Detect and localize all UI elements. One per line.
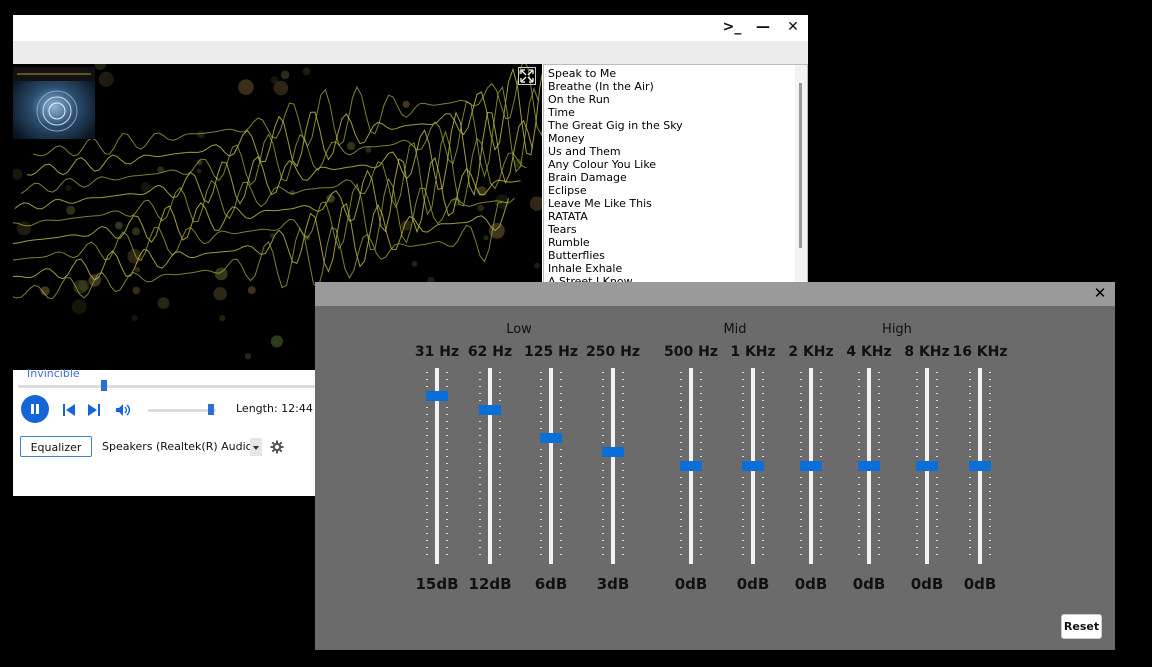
playlist-item[interactable]: Money	[548, 132, 807, 145]
band-gain-label: 0dB	[963, 575, 997, 593]
band-slider[interactable]	[723, 368, 783, 564]
output-device-select[interactable]: Speakers (Realtek(R) Audio)	[102, 440, 257, 453]
menu-bar	[13, 41, 808, 65]
playlist-scrollbar[interactable]	[795, 65, 807, 285]
reset-button[interactable]: Reset	[1061, 614, 1102, 639]
band-slider[interactable]	[897, 368, 957, 564]
volume-thumb[interactable]	[208, 404, 214, 415]
band-slider-thumb[interactable]	[969, 461, 991, 471]
group-label-low: Low	[506, 322, 532, 337]
seek-bar[interactable]	[18, 380, 315, 391]
band-slider-thumb[interactable]	[426, 391, 448, 401]
fullscreen-icon[interactable]	[518, 67, 536, 85]
band-frequency-label: 1 KHz	[730, 344, 776, 360]
band-slider-thumb[interactable]	[540, 433, 562, 443]
playlist-item[interactable]: Rumble	[548, 236, 807, 249]
player-titlebar: >_ — ✕	[13, 15, 808, 41]
length-label: Length: 12:44	[236, 402, 313, 415]
band-frequency-label: 125 Hz	[524, 344, 578, 360]
device-dropdown[interactable]	[250, 438, 262, 456]
band-gain-label: 0dB	[736, 575, 770, 593]
volume-slider[interactable]	[148, 404, 216, 415]
band-gain-label: 15dB	[415, 575, 459, 593]
band-frequency-label: 2 KHz	[788, 344, 834, 360]
previous-icon[interactable]	[62, 402, 76, 421]
band-frequency-label: 500 Hz	[664, 344, 718, 360]
equalizer-close-button[interactable]: ✕	[1092, 284, 1108, 302]
equalizer-titlebar: ✕	[315, 282, 1115, 306]
band-slider-thumb[interactable]	[858, 461, 880, 471]
band-slider-thumb[interactable]	[602, 447, 624, 457]
now-playing-title: Invincible	[27, 367, 80, 380]
playlist-item[interactable]: Us and Them	[548, 145, 807, 158]
playlist-item[interactable]: Brain Damage	[548, 171, 807, 184]
band-frequency-label: 8 KHz	[904, 344, 950, 360]
band-gain-label: 0dB	[794, 575, 828, 593]
pause-button[interactable]	[21, 395, 49, 423]
playlist-item[interactable]: Any Colour You Like	[548, 158, 807, 171]
playlist-item[interactable]: Butterflies	[548, 249, 807, 262]
band-slider[interactable]	[661, 368, 721, 564]
playlist-item[interactable]: Speak to Me	[548, 67, 807, 80]
seek-thumb[interactable]	[101, 380, 107, 391]
volume-icon[interactable]	[115, 402, 133, 421]
band-slider[interactable]	[521, 368, 581, 564]
band-gain-label: 0dB	[852, 575, 886, 593]
album-art	[13, 67, 95, 139]
playlist-item[interactable]: Eclipse	[548, 184, 807, 197]
band-frequency-label: 62 Hz	[467, 344, 513, 360]
band-slider-thumb[interactable]	[742, 461, 764, 471]
playlist-item[interactable]: Time	[548, 106, 807, 119]
playlist-item[interactable]: Breathe (In the Air)	[548, 80, 807, 93]
group-label-mid: Mid	[723, 322, 747, 337]
band-slider[interactable]	[583, 368, 643, 564]
playlist-item[interactable]: Inhale Exhale	[548, 262, 807, 275]
playlist-item[interactable]: RATATA	[548, 210, 807, 223]
playlist[interactable]: Speak to Me Breathe (In the Air) On the Ru…	[543, 64, 808, 286]
band-slider-thumb[interactable]	[800, 461, 822, 471]
playlist-item[interactable]: Leave Me Like This	[548, 197, 807, 210]
band-slider[interactable]	[407, 368, 467, 564]
band-frequency-label: 250 Hz	[586, 344, 640, 360]
band-slider[interactable]	[460, 368, 520, 564]
close-button[interactable]: ✕	[779, 15, 807, 41]
band-gain-label: 0dB	[674, 575, 708, 593]
band-gain-label: 6dB	[534, 575, 568, 593]
band-gain-label: 3dB	[596, 575, 630, 593]
playlist-item[interactable]: Tears	[548, 223, 807, 236]
band-slider-thumb[interactable]	[916, 461, 938, 471]
band-slider-thumb[interactable]	[479, 405, 501, 415]
band-frequency-label: 4 KHz	[846, 344, 892, 360]
band-slider[interactable]	[781, 368, 841, 564]
band-slider[interactable]	[950, 368, 1010, 564]
minimize-button[interactable]: —	[749, 15, 777, 41]
equalizer-button[interactable]: Equalizer	[20, 436, 92, 457]
band-slider-thumb[interactable]	[680, 461, 702, 471]
band-frequency-label: 31 Hz	[414, 344, 460, 360]
chevron-down-icon	[253, 446, 259, 450]
band-gain-label: 12dB	[468, 575, 512, 593]
playlist-item[interactable]: The Great Gig in the Sky	[548, 119, 807, 132]
band-slider[interactable]	[839, 368, 899, 564]
next-icon[interactable]	[87, 402, 101, 421]
gear-icon[interactable]	[270, 439, 284, 458]
band-gain-label: 0dB	[910, 575, 944, 593]
equalizer-window: ✕ Low Mid High 31 Hz 15dB 62 Hz 12dB 125 Hz 6…	[315, 282, 1115, 650]
playlist-item[interactable]: On the Run	[548, 93, 807, 106]
band-frequency-label: 16 KHz	[952, 344, 1008, 360]
terminal-button[interactable]: >_	[718, 15, 746, 41]
group-label-high: High	[882, 322, 912, 337]
